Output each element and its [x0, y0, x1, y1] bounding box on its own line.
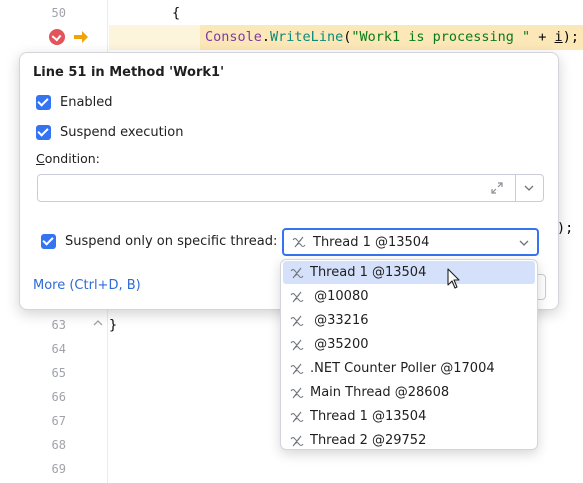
- line-number: 69: [51, 462, 66, 476]
- code-plus-token: +: [530, 29, 555, 45]
- line-number: 68: [51, 438, 66, 452]
- line-number: 66: [51, 390, 66, 404]
- code-line-63[interactable]: }: [109, 317, 117, 333]
- thread-icon: [290, 291, 304, 302]
- chevron-down-icon[interactable]: [523, 182, 535, 194]
- thread-select-value: Thread 1 @13504: [313, 234, 430, 250]
- execution-arrow-icon: [74, 31, 88, 43]
- thread-icon: [290, 411, 304, 422]
- enabled-checkbox[interactable]: [36, 95, 51, 110]
- thread-option-label: @33216: [310, 313, 369, 328]
- line-number: 67: [51, 414, 66, 428]
- thread-option[interactable]: Thread 1 @13504: [283, 405, 535, 428]
- thread-checkbox-row[interactable]: Suspend only on specific thread:: [41, 234, 277, 249]
- thread-option[interactable]: .NET Counter Poller @17004: [283, 357, 535, 380]
- thread-option-label: @10080: [310, 289, 369, 304]
- condition-input[interactable]: [37, 174, 544, 202]
- code-param-token: i: [554, 29, 563, 45]
- thread-option-label: Thread 1 @13504: [310, 265, 427, 280]
- more-link[interactable]: More (Ctrl+D, B): [33, 278, 141, 293]
- thread-icon: [290, 435, 304, 446]
- suspend-execution-checkbox[interactable]: [36, 125, 51, 140]
- expand-icon[interactable]: [490, 181, 504, 195]
- thread-option-label: .NET Counter Poller @17004: [310, 361, 495, 376]
- chevron-down-icon[interactable]: [519, 238, 529, 248]
- code-line-51[interactable]: Console.WriteLine("Work1 is processing "…: [205, 29, 579, 45]
- thread-icon: [290, 339, 304, 350]
- code-class-token: Console: [205, 29, 262, 45]
- code-line-50[interactable]: {: [172, 5, 180, 21]
- mouse-cursor-icon: [447, 268, 460, 289]
- condition-divider: [515, 175, 516, 201]
- thread-select[interactable]: Thread 1 @13504: [282, 228, 539, 256]
- enabled-label: Enabled: [60, 95, 113, 110]
- line-number: 50: [51, 6, 66, 20]
- thread-icon: [290, 387, 304, 398]
- thread-option-label: Thread 1 @13504: [310, 409, 427, 424]
- thread-icon: [292, 236, 306, 248]
- popup-title: Line 51 in Method 'Work1': [33, 65, 225, 80]
- thread-option[interactable]: @10080: [283, 285, 535, 308]
- breakpoint-icon[interactable]: [49, 29, 65, 45]
- suspend-execution-label: Suspend execution: [60, 125, 184, 140]
- enabled-checkbox-row[interactable]: Enabled: [36, 95, 113, 110]
- thread-icon: [290, 267, 304, 278]
- suspend-thread-label: Suspend only on specific thread:: [65, 234, 278, 249]
- code-fragment-right: );: [557, 220, 574, 236]
- thread-option[interactable]: @33216: [283, 309, 535, 332]
- thread-option[interactable]: Thread 1 @13504: [283, 261, 535, 284]
- line-number: 65: [51, 366, 66, 380]
- code-method-token: WriteLine: [270, 29, 344, 45]
- line-number: 63: [51, 318, 66, 332]
- thread-option-label: Thread 2 @29752: [310, 433, 427, 448]
- thread-option[interactable]: Thread 2 @29752: [283, 429, 535, 449]
- thread-icon: [290, 315, 304, 326]
- thread-option[interactable]: Main Thread @28608: [283, 381, 535, 404]
- code-string-token: "Work1 is processing ": [351, 29, 531, 45]
- code-dot-token: .: [261, 29, 271, 45]
- thread-dropdown-list: Thread 1 @13504 @10080 @33216 @35200 .NE…: [280, 259, 538, 450]
- suspend-thread-checkbox[interactable]: [41, 234, 56, 249]
- thread-icon: [290, 363, 304, 374]
- code-close-token: );: [562, 29, 579, 45]
- line-number: 64: [51, 342, 66, 356]
- thread-option[interactable]: @35200: [283, 333, 535, 356]
- thread-option-label: Main Thread @28608: [310, 385, 450, 400]
- suspend-checkbox-row[interactable]: Suspend execution: [36, 125, 184, 140]
- condition-label: Condition:: [36, 151, 100, 166]
- fold-icon[interactable]: [93, 318, 103, 328]
- thread-option-label: @35200: [310, 337, 369, 352]
